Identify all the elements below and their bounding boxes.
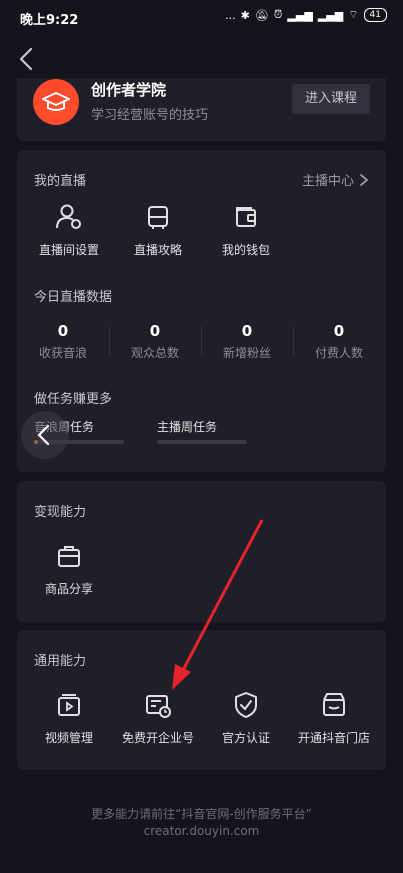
item-label: 官方认证 xyxy=(221,731,270,745)
item-label: 直播间设置 xyxy=(38,243,99,257)
stat-item: 0 收获音浪 xyxy=(17,322,109,361)
live-room-settings[interactable]: 直播间设置 xyxy=(24,202,114,258)
signal-icon-2: ▂▄▆ xyxy=(317,8,344,22)
signal-icon-1: ▂▄▆ xyxy=(287,8,313,22)
academy-subtitle: 学习经营账号的技巧 xyxy=(91,108,209,123)
monetization-card: 变现能力 商品分享 xyxy=(17,481,386,622)
tasks-title: 做任务赚更多 xyxy=(34,392,113,407)
my-wallet[interactable]: 我的钱包 xyxy=(201,202,291,258)
wifi-icon: ⌔ xyxy=(348,8,359,21)
stat-item: 0 付费人数 xyxy=(293,322,385,361)
stat-value: 0 xyxy=(57,322,69,340)
verified-shield-icon xyxy=(235,692,257,718)
more-dots-icon: ... xyxy=(225,8,236,22)
item-label: 直播攻略 xyxy=(133,243,182,257)
shopping-bag-icon xyxy=(58,546,80,567)
task-host-weekly[interactable]: 主播周任务 xyxy=(157,418,217,435)
chevron-left-icon xyxy=(37,424,50,446)
stat-item: 0 新增粉丝 xyxy=(201,322,293,361)
my-live-card: 我的直播 主播中心 直播间设置 直播攻略 我的钱包 今日直播数据 0 收获音浪 … xyxy=(17,150,386,472)
product-share[interactable]: 商品分享 xyxy=(24,541,114,597)
stat-label: 观众总数 xyxy=(130,346,179,360)
item-label: 商品分享 xyxy=(44,582,93,596)
item-label: 我的钱包 xyxy=(221,243,270,257)
academy-title: 创作者学院 xyxy=(91,81,167,99)
general-section-title: 通用能力 xyxy=(34,654,87,669)
creator-academy-card[interactable]: 创作者学院 学习经营账号的技巧 进入课程 xyxy=(17,78,386,141)
status-time: 晚上9:22 xyxy=(20,13,79,28)
item-label: 视频管理 xyxy=(44,731,93,745)
item-label: 免费开企业号 xyxy=(121,731,194,745)
monetize-section-title: 变现能力 xyxy=(34,505,87,520)
footer-url[interactable]: creator.douyin.com xyxy=(0,824,403,838)
stat-item: 0 观众总数 xyxy=(109,322,201,361)
item-label: 开通抖音门店 xyxy=(297,731,370,745)
stat-value: 0 xyxy=(333,322,345,340)
video-management[interactable]: 视频管理 xyxy=(24,690,114,746)
graduation-cap-icon xyxy=(33,79,79,125)
status-icons: ... ✱ 🔕︎ ⏰︎ ▂▄▆ ▂▄▆ ⌔ 41 xyxy=(225,8,387,22)
open-douyin-store[interactable]: 开通抖音门店 xyxy=(289,690,379,746)
stat-value: 0 xyxy=(149,322,161,340)
battery-icon: 41 xyxy=(363,8,387,22)
bluetooth-icon: ✱ xyxy=(240,8,250,22)
store-icon xyxy=(323,693,345,716)
host-center-label: 主播中心 xyxy=(301,174,354,189)
alarm-icon: ⏰︎ xyxy=(273,8,283,21)
stat-label: 新增粉丝 xyxy=(222,346,271,360)
live-section-title: 我的直播 xyxy=(34,174,87,189)
back-button[interactable] xyxy=(16,46,38,72)
today-stats-title: 今日直播数据 xyxy=(34,290,113,305)
footer-hint: 更多能力请前往“抖音官网-创作服务平台” xyxy=(91,807,312,821)
general-abilities-card: 通用能力 视频管理 免费开企业号 官方认证 开通抖音门店 xyxy=(17,630,386,770)
task-progress-bar xyxy=(157,440,247,444)
mute-bell-icon: 🔕︎ xyxy=(254,8,269,22)
live-guide[interactable]: 直播攻略 xyxy=(113,202,203,258)
chevron-right-icon xyxy=(360,173,369,186)
status-bar: 晚上9:22 ... ✱ 🔕︎ ⏰︎ ▂▄▆ ▂▄▆ ⌔ 41 xyxy=(0,0,403,34)
official-verification[interactable]: 官方认证 xyxy=(201,690,291,746)
wallet-icon xyxy=(236,207,256,227)
luggage-icon xyxy=(148,206,168,229)
stat-label: 付费人数 xyxy=(314,346,363,360)
host-center-link[interactable]: 主播中心 xyxy=(302,170,370,189)
enter-course-button[interactable]: 进入课程 xyxy=(292,84,370,114)
video-manage-icon xyxy=(58,694,80,716)
user-settings-icon xyxy=(56,204,81,229)
stat-value: 0 xyxy=(241,322,253,340)
carousel-prev-button[interactable] xyxy=(21,411,69,459)
chevron-left-icon xyxy=(19,47,33,71)
free-enterprise-account[interactable]: 免费开企业号 xyxy=(113,690,203,746)
enterprise-account-icon xyxy=(146,695,171,718)
stat-label: 收获音浪 xyxy=(38,346,87,360)
